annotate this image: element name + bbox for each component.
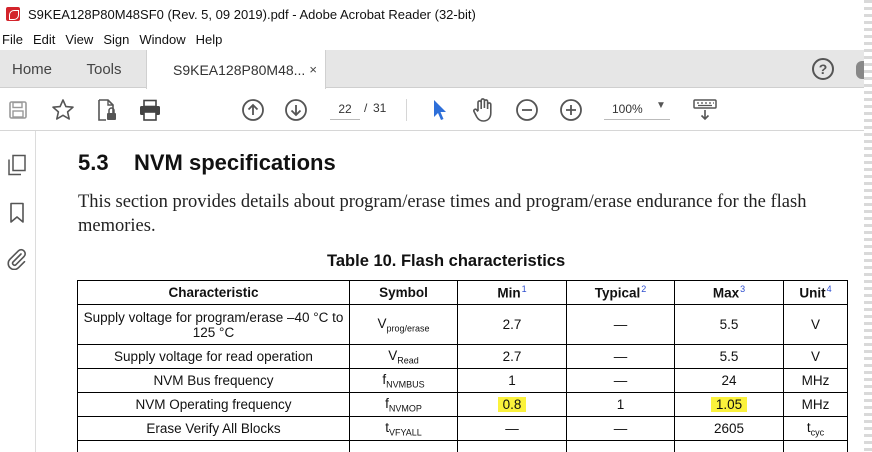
menu-window[interactable]: Window [136, 32, 192, 47]
title-bar: S9KEA128P80M48SF0 (Rev. 5, 09 2019).pdf … [0, 0, 866, 28]
hand-tool-icon[interactable] [470, 97, 496, 123]
cell-unit: V [783, 344, 848, 369]
header-typical: Typical2 [566, 280, 675, 305]
table-row: Supply voltage for program/erase –40 °C … [77, 304, 848, 345]
cell-min: 2.7 [457, 344, 567, 369]
chevron-down-icon[interactable]: ▼ [656, 100, 666, 111]
cell-min: — [457, 416, 567, 441]
cell-unit: tcyc [783, 416, 848, 441]
cell-symbol: tVFYALL [349, 416, 458, 441]
total-pages: 31 [373, 101, 387, 115]
cell-typical: — [566, 368, 675, 393]
tab-document[interactable]: S9KEA128P80M48... × [146, 50, 326, 89]
page-number-input[interactable]: 22 [330, 98, 360, 120]
flash-characteristics-table: Characteristic Symbol Min1 Typical2 Max3… [77, 280, 848, 452]
acrobat-app-icon [6, 7, 20, 21]
footnote-link[interactable]: 4 [827, 284, 832, 294]
header-max: Max3 [674, 280, 784, 305]
section-number: 5.3 [78, 150, 109, 175]
close-tab-icon[interactable]: × [309, 62, 317, 77]
tab-document-label: S9KEA128P80M48... [173, 61, 306, 78]
save-icon[interactable] [5, 97, 31, 123]
menu-view[interactable]: View [62, 32, 100, 47]
cell-characteristic: NVM Operating frequency [77, 392, 350, 417]
page-up-icon[interactable] [240, 97, 266, 123]
print-icon[interactable] [137, 97, 163, 123]
header-min: Min1 [457, 280, 567, 305]
cell-symbol: fNVMOP [349, 392, 458, 417]
header-symbol: Symbol [349, 280, 458, 305]
attachment-icon[interactable] [5, 247, 29, 271]
select-cursor-icon[interactable] [426, 97, 452, 123]
cell-max: 5.5 [674, 344, 784, 369]
pages-icon[interactable] [5, 153, 29, 177]
bookmark-icon[interactable] [5, 201, 29, 225]
cell-min: 0.8 [457, 392, 567, 417]
cell-max: 2605 [674, 416, 784, 441]
toolbar: 22 / 31 100% ▼ [0, 89, 866, 131]
table-header-row: Characteristic Symbol Min1 Typical2 Max3… [77, 280, 848, 305]
navigation-sidebar [0, 131, 36, 452]
cell-typical: — [566, 304, 675, 345]
tab-home[interactable]: Home [0, 50, 64, 88]
cell-unit: MHz [783, 392, 848, 417]
cell-characteristic: Supply voltage for read operation [77, 344, 350, 369]
torn-edge-decoration [864, 0, 872, 452]
table-row: Supply voltage for read operation VRead … [77, 344, 848, 369]
cell-max: 5.5 [674, 304, 784, 345]
cell-characteristic: Erase Verify All Blocks [77, 416, 350, 441]
cell-unit: V [783, 304, 848, 345]
tab-tools[interactable]: Tools [64, 50, 144, 88]
tab-bar: Home Tools S9KEA128P80M48... × ? [0, 50, 866, 89]
acrobat-window: S9KEA128P80M48SF0 (Rev. 5, 09 2019).pdf … [0, 0, 866, 452]
cell-symbol: fNVMBUS [349, 368, 458, 393]
table-row: NVM Bus frequency fNVMBUS 1 — 24 MHz [77, 368, 848, 393]
cell-typical: 1 [566, 392, 675, 417]
menu-bar: File Edit View Sign Window Help [0, 28, 866, 50]
header-characteristic: Characteristic [77, 280, 350, 305]
cell-symbol: VRead [349, 344, 458, 369]
zoom-in-icon[interactable] [558, 97, 584, 123]
window-title: S9KEA128P80M48SF0 (Rev. 5, 09 2019).pdf … [28, 6, 476, 22]
highlight-annotation[interactable]: 0.8 [497, 397, 527, 412]
bookmark-star-icon[interactable] [50, 97, 76, 123]
table-row [77, 440, 848, 452]
document-view[interactable]: 5.3 NVM specifications This section provi… [37, 132, 864, 452]
footnote-link[interactable]: 2 [641, 284, 646, 294]
cell-typical: — [566, 416, 675, 441]
page-separator: / [364, 101, 368, 115]
keyboard-scroll-icon[interactable] [692, 97, 718, 123]
cell-max: 24 [674, 368, 784, 393]
share-file-icon[interactable] [93, 97, 119, 123]
table-row: NVM Operating frequency fNVMOP 0.8 1 1.0… [77, 392, 848, 417]
toolbar-divider [406, 99, 407, 121]
section-heading: 5.3 NVM specifications [78, 150, 336, 176]
menu-file[interactable]: File [0, 32, 30, 47]
zoom-out-icon[interactable] [514, 97, 540, 123]
cell-max: 1.05 [674, 392, 784, 417]
cell-min: 1 [457, 368, 567, 393]
cell-symbol: Vprog/erase [349, 304, 458, 345]
cell-characteristic: NVM Bus frequency [77, 368, 350, 393]
page-down-icon[interactable] [283, 97, 309, 123]
cell-min: 2.7 [457, 304, 567, 345]
cell-unit: MHz [783, 368, 848, 393]
menu-help[interactable]: Help [193, 32, 230, 47]
cell-typical: — [566, 344, 675, 369]
header-unit: Unit4 [783, 280, 848, 305]
help-icon[interactable]: ? [812, 58, 834, 80]
section-paragraph: This section provides details about prog… [78, 192, 807, 236]
table-row: Erase Verify All Blocks tVFYALL — — 2605… [77, 416, 848, 441]
highlight-annotation[interactable]: 1.05 [710, 397, 748, 412]
menu-sign[interactable]: Sign [100, 32, 136, 47]
footnote-link[interactable]: 1 [522, 284, 527, 294]
section-title: NVM specifications [134, 150, 336, 175]
footnote-link[interactable]: 3 [740, 284, 745, 294]
table-caption: Table 10. Flash characteristics [327, 252, 566, 270]
cell-characteristic: Supply voltage for program/erase –40 °C … [77, 304, 350, 345]
menu-edit[interactable]: Edit [30, 32, 62, 47]
